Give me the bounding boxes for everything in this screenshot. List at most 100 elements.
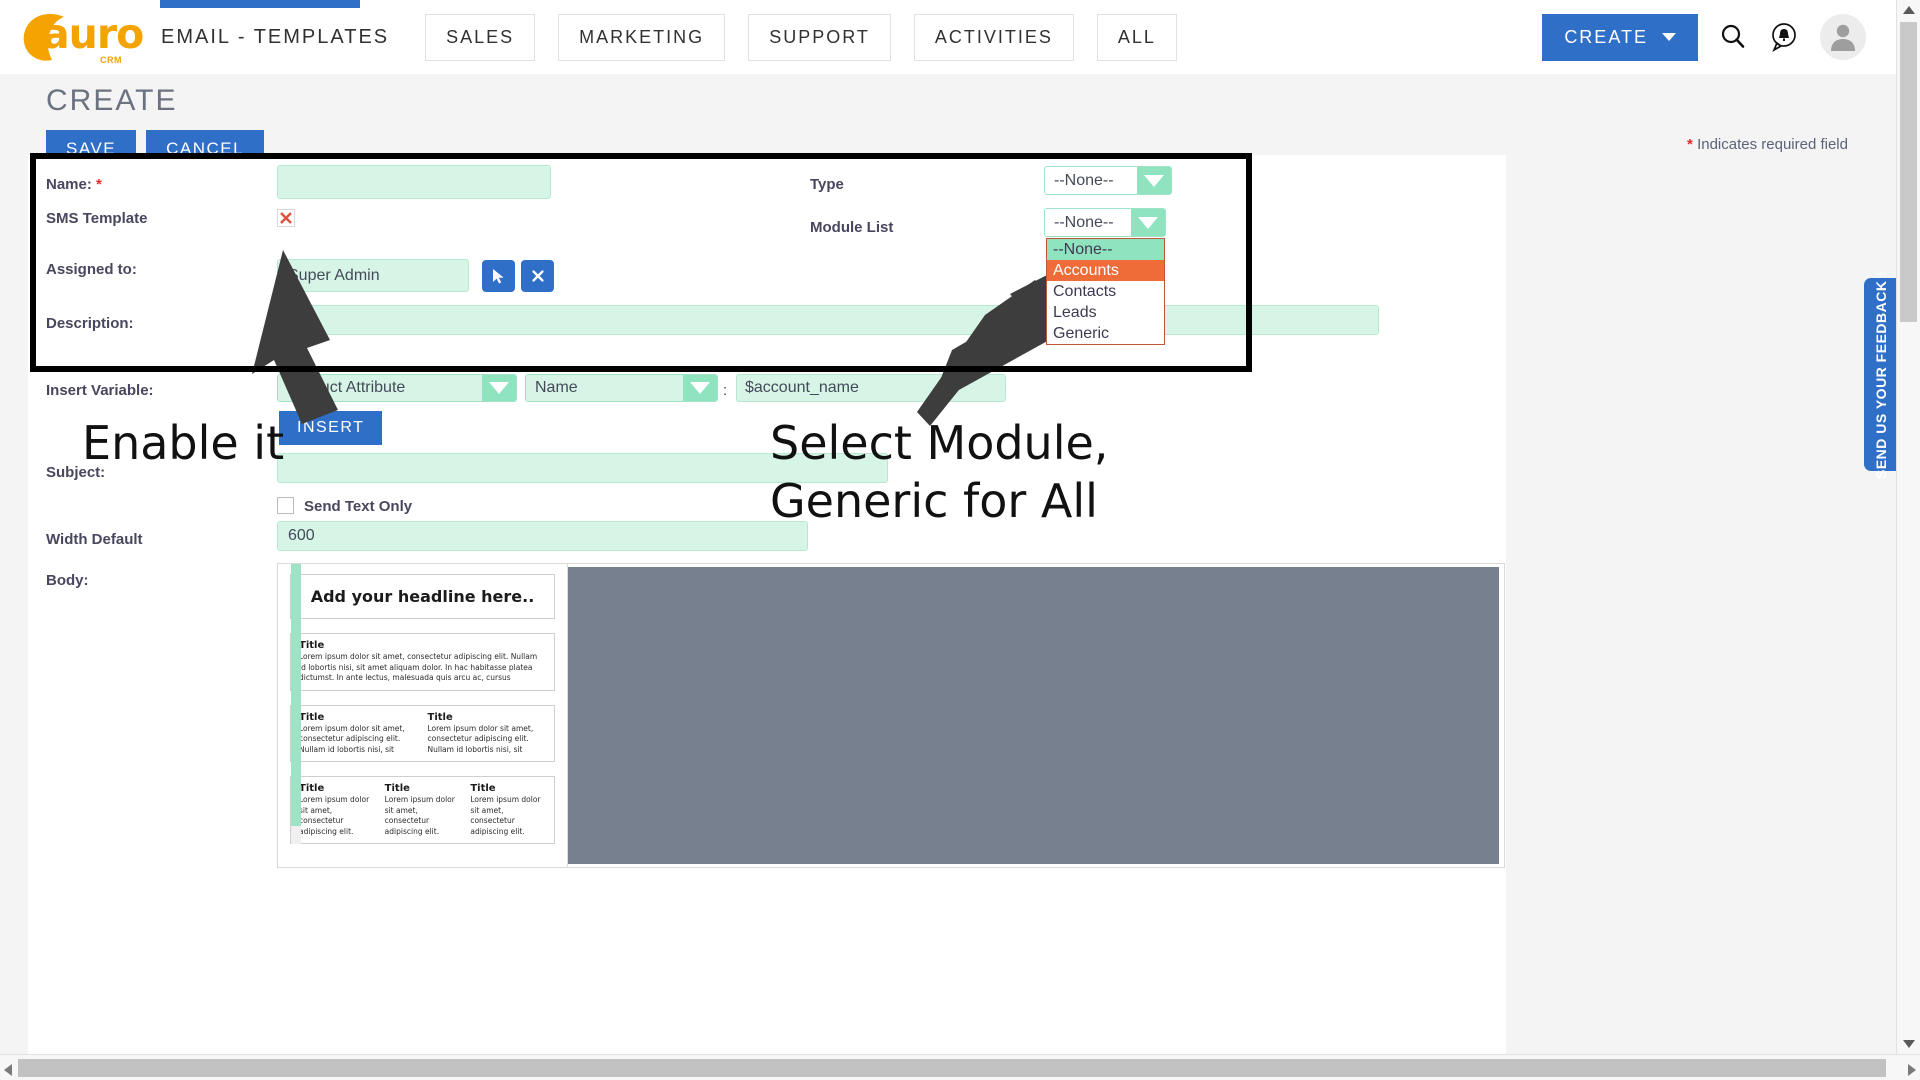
create-button[interactable]: CREATE — [1542, 13, 1698, 61]
required-asterisk: * — [1687, 136, 1693, 153]
insert-variable-module-value: Product Attribute — [278, 375, 482, 401]
page-title: CREATE — [46, 84, 178, 117]
type-dropdown-value: --None-- — [1045, 167, 1137, 194]
create-form-card — [28, 155, 1506, 557]
chevron-down-icon — [1137, 167, 1171, 194]
template-block-text: Lorem ipsum dolor sit amet, consectetur … — [427, 723, 534, 754]
top-bar-actions: CREATE — [1542, 0, 1866, 74]
name-required-asterisk: * — [96, 176, 102, 193]
send-text-only-label: Send Text Only — [304, 498, 413, 515]
type-dropdown[interactable]: --None-- — [1044, 166, 1172, 195]
template-blocks-column[interactable]: Add your headline here.. Title Lorem ips… — [278, 564, 568, 867]
body-editor-panel: Add your headline here.. Title Lorem ips… — [277, 563, 1505, 868]
chevron-down-icon — [1662, 33, 1676, 41]
logo-wordmark: auro — [42, 10, 144, 58]
app-logo[interactable]: auro CRM — [18, 7, 144, 67]
current-module-label: EMAIL - TEMPLATES — [161, 25, 390, 48]
send-feedback-label: SEND US YOUR FEEDBACK ! — [1873, 270, 1890, 479]
logo-subtext: CRM — [100, 55, 122, 65]
template-block-text: Lorem ipsum dolor sit amet, consectetur … — [299, 652, 538, 682]
annotation-select-module: Select Module, Generic for All — [770, 416, 1109, 528]
template-block-title: Title — [299, 640, 325, 651]
insert-variable-field-dropdown[interactable]: Name — [525, 374, 718, 402]
email-canvas-editor[interactable] — [568, 567, 1499, 864]
chevron-down-icon — [1131, 209, 1165, 236]
annotation-enable-it: Enable it — [82, 416, 285, 470]
module-option-generic[interactable]: Generic — [1047, 323, 1164, 344]
nav-tab-activities[interactable]: ACTIVITIES — [913, 13, 1074, 61]
module-list-label: Module List — [810, 219, 894, 236]
horizontal-scrollbar[interactable] — [0, 1054, 1920, 1080]
insert-variable-module-dropdown[interactable]: Product Attribute — [277, 374, 517, 402]
assigned-to-clear-button[interactable] — [521, 260, 554, 292]
template-block-text: Lorem ipsum dolor sit amet, consectetur … — [299, 795, 370, 836]
user-avatar-icon[interactable] — [1820, 14, 1866, 60]
width-default-label: Width Default — [46, 531, 143, 548]
sms-template-label: SMS Template — [46, 210, 148, 227]
width-default-input[interactable]: 600 — [277, 521, 808, 551]
sms-template-checkbox[interactable] — [277, 209, 295, 227]
assigned-to-input[interactable]: Super Admin — [277, 259, 469, 292]
template-list-scrollbar[interactable] — [291, 564, 301, 844]
module-option-leads[interactable]: Leads — [1047, 302, 1164, 323]
template-block-one-column[interactable]: Title Lorem ipsum dolor sit amet, consec… — [290, 633, 555, 691]
module-list-options[interactable]: --None-- Accounts Contacts Leads Generic — [1046, 238, 1165, 345]
module-option-contacts[interactable]: Contacts — [1047, 281, 1164, 302]
horizontal-scroll-thumb[interactable] — [18, 1059, 1886, 1077]
template-block-title: Title — [299, 711, 325, 723]
name-label: Name: * — [46, 176, 102, 193]
module-list-dropdown[interactable]: --None-- — [1044, 208, 1166, 237]
send-text-only-checkbox[interactable] — [277, 497, 294, 514]
template-block-three-column[interactable]: Title Lorem ipsum dolor sit amet, consec… — [290, 776, 555, 844]
insert-variable-output-value: $account_name — [745, 379, 859, 396]
name-input-value — [278, 166, 550, 180]
template-list-scroll-thumb[interactable] — [291, 564, 301, 826]
vertical-scrollbar[interactable] — [1896, 0, 1920, 1054]
description-textarea[interactable] — [277, 305, 1379, 335]
create-button-label: CREATE — [1564, 26, 1648, 47]
chevron-down-icon — [683, 375, 717, 401]
nav-tab-marketing[interactable]: MARKETING — [558, 13, 726, 61]
name-input[interactable] — [277, 165, 551, 199]
send-feedback-tab[interactable]: SEND US YOUR FEEDBACK ! — [1864, 270, 1898, 479]
insert-variable-field-value: Name — [526, 375, 683, 401]
template-block-two-column[interactable]: Title Lorem ipsum dolor sit amet, consec… — [290, 704, 555, 762]
nav-tab-support[interactable]: SUPPORT — [748, 13, 891, 61]
clear-x-icon — [531, 270, 544, 282]
template-block-text: Lorem ipsum dolor sit amet, consectetur … — [384, 795, 455, 836]
description-label: Description: — [46, 315, 134, 332]
active-tab-indicator — [160, 0, 360, 8]
assigned-to-label: Assigned to: — [46, 261, 137, 278]
assigned-to-select-button[interactable] — [482, 260, 515, 292]
assigned-to-value: Super Admin — [288, 267, 380, 284]
scroll-left-arrow-icon[interactable] — [4, 1064, 12, 1076]
app-root: auro CRM EMAIL - TEMPLATES SALES MARKETI… — [0, 0, 1920, 1080]
nav-tab-sales[interactable]: SALES — [425, 13, 536, 61]
scroll-up-arrow-icon[interactable] — [1903, 6, 1915, 14]
template-block-text: Lorem ipsum dolor sit amet, consectetur … — [299, 723, 405, 754]
width-default-value: 600 — [288, 527, 315, 544]
module-option-accounts[interactable]: Accounts — [1047, 260, 1164, 281]
scroll-down-arrow-icon[interactable] — [1903, 1040, 1915, 1048]
template-block-headline[interactable]: Add your headline here.. — [290, 574, 555, 619]
template-block-text: Lorem ipsum dolor sit amet, consectetur … — [470, 795, 541, 836]
search-icon[interactable] — [1718, 22, 1748, 52]
cursor-select-icon — [493, 268, 504, 283]
insert-variable-label: Insert Variable: — [46, 382, 154, 399]
top-navigation-bar: auro CRM EMAIL - TEMPLATES SALES MARKETI… — [0, 0, 1896, 74]
required-note-text: Indicates required field — [1697, 136, 1848, 153]
insert-variable-separator: : — [723, 382, 728, 399]
chevron-down-icon — [482, 375, 516, 401]
insert-variable-output[interactable]: $account_name — [736, 374, 1006, 402]
template-block-title: Title — [299, 783, 325, 794]
left-gutter — [0, 74, 28, 1054]
template-headline-text: Add your headline here.. — [310, 587, 535, 606]
module-option-none[interactable]: --None-- — [1047, 239, 1164, 260]
name-label-text: Name: — [46, 176, 92, 193]
insert-button[interactable]: INSERT — [279, 411, 383, 445]
red-x-icon — [280, 212, 292, 224]
nav-tab-all[interactable]: ALL — [1096, 13, 1177, 61]
scroll-right-arrow-icon[interactable] — [1908, 1064, 1916, 1076]
notification-bell-icon[interactable] — [1768, 21, 1800, 53]
vertical-scroll-thumb[interactable] — [1900, 22, 1917, 322]
